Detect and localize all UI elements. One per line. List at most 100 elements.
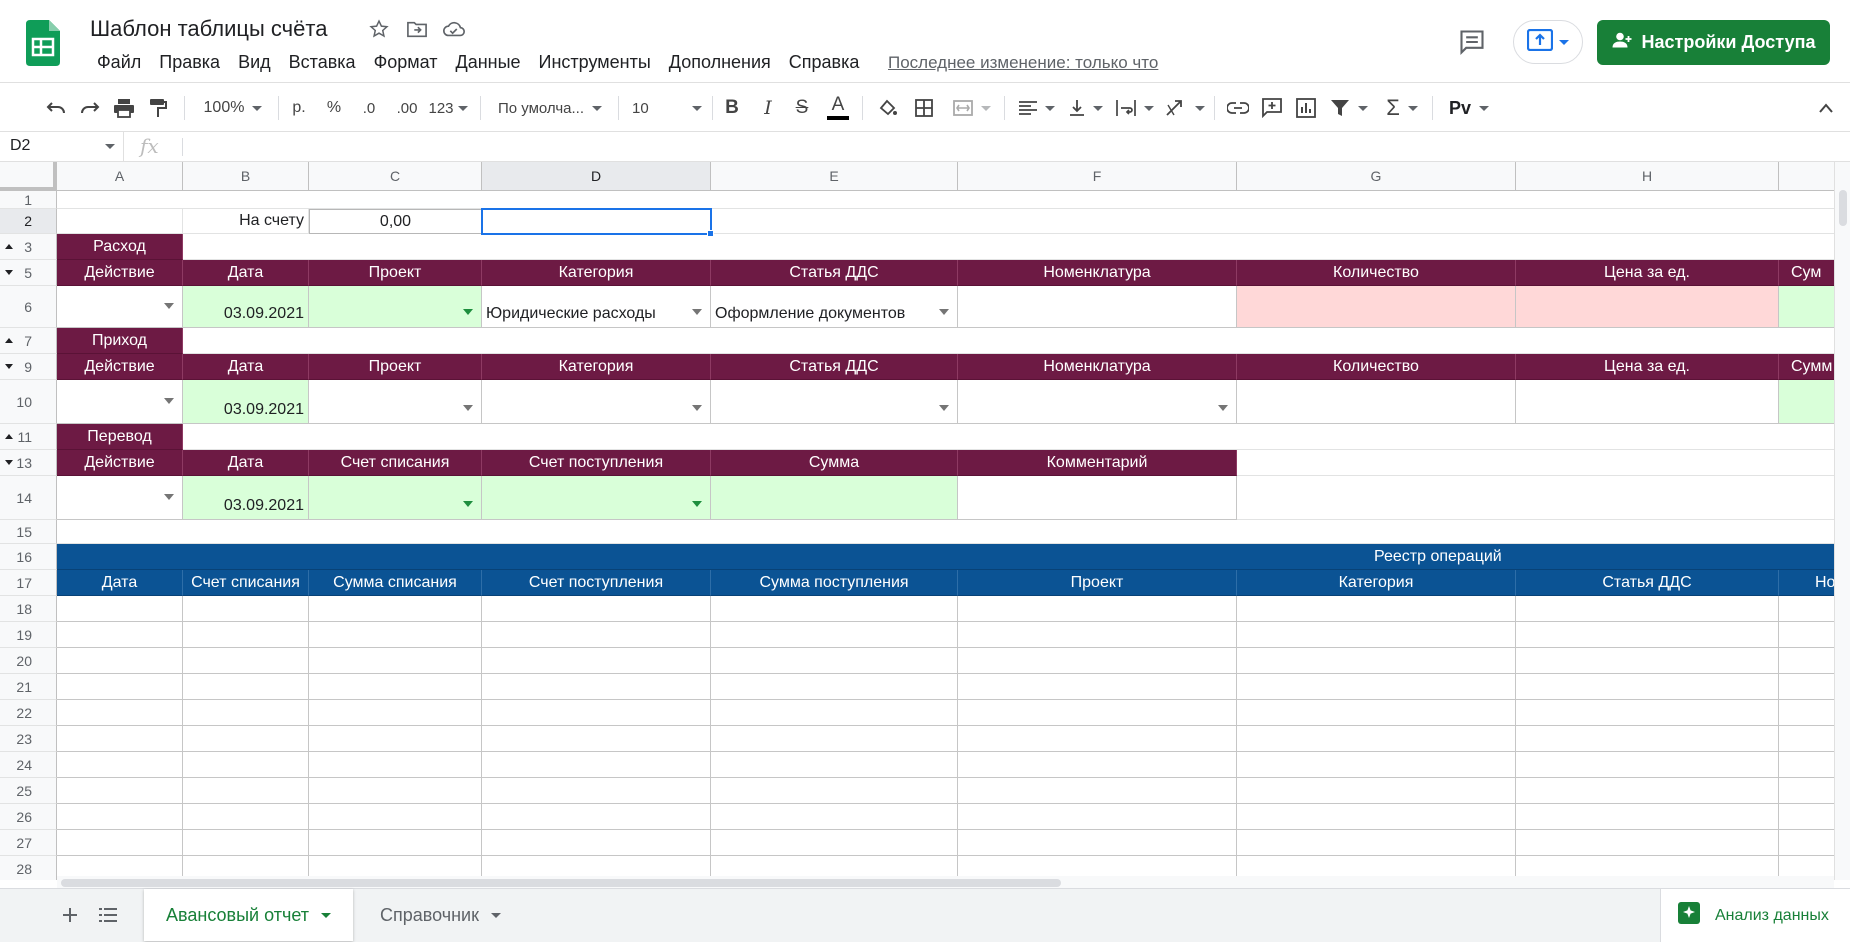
row-header[interactable]: 15 xyxy=(0,520,57,544)
row-header[interactable]: 26 xyxy=(0,804,57,830)
registry-cell[interactable] xyxy=(958,700,1237,726)
column-header-a[interactable]: A xyxy=(57,162,183,191)
functions-icon[interactable]: Σ xyxy=(1380,93,1424,123)
registry-cell[interactable] xyxy=(1237,622,1516,648)
registry-cell[interactable] xyxy=(309,674,482,700)
registry-cell[interactable] xyxy=(711,622,958,648)
cell-a2[interactable] xyxy=(57,209,183,234)
document-title[interactable]: Шаблон таблицы счёта xyxy=(90,16,327,42)
registry-cell[interactable] xyxy=(1516,622,1779,648)
transfer-header-comment[interactable]: Комментарий xyxy=(958,450,1237,476)
registry-cell[interactable] xyxy=(1237,752,1516,778)
paint-format-icon[interactable] xyxy=(144,93,172,123)
column-header-c[interactable]: C xyxy=(309,162,482,191)
registry-title[interactable]: Реестр операций xyxy=(57,544,1849,570)
horizontal-scroll-thumb[interactable] xyxy=(61,879,1061,887)
transfer-section-title[interactable]: Перевод xyxy=(57,424,183,450)
registry-cell[interactable] xyxy=(57,778,183,804)
registry-cell[interactable] xyxy=(309,778,482,804)
font-family-select[interactable]: По умолча... xyxy=(494,93,606,123)
registry-cell[interactable] xyxy=(309,804,482,830)
row-header[interactable]: 11 xyxy=(0,424,57,450)
expense-header-quantity[interactable]: Количество xyxy=(1237,260,1516,286)
income-nomenclature-dropdown[interactable] xyxy=(958,380,1237,424)
on-account-value[interactable]: 0,00 xyxy=(309,209,482,234)
registry-cell[interactable] xyxy=(711,778,958,804)
registry-cell[interactable] xyxy=(309,700,482,726)
on-account-label[interactable]: На счету xyxy=(183,209,309,234)
income-header-action[interactable]: Действие xyxy=(57,354,183,380)
strikethrough-icon[interactable]: S xyxy=(790,93,814,123)
grid-row-15[interactable] xyxy=(57,520,1839,544)
registry-cell[interactable] xyxy=(482,700,711,726)
row-header[interactable]: 27 xyxy=(0,830,57,856)
registry-cell[interactable] xyxy=(183,752,309,778)
column-header-f[interactable]: F xyxy=(958,162,1237,191)
income-action-dropdown[interactable] xyxy=(57,380,183,424)
undo-icon[interactable] xyxy=(42,93,70,123)
registry-cell[interactable] xyxy=(482,648,711,674)
column-header-e[interactable]: E xyxy=(711,162,958,191)
registry-cell[interactable] xyxy=(57,648,183,674)
registry-cell[interactable] xyxy=(711,674,958,700)
row-header[interactable]: 25 xyxy=(0,778,57,804)
group-expand-icon[interactable] xyxy=(5,363,13,369)
row-header[interactable]: 9 xyxy=(0,354,57,380)
input-tools-icon[interactable]: Pv xyxy=(1446,93,1492,123)
expense-header-price[interactable]: Цена за ед. xyxy=(1516,260,1779,286)
text-wrap-icon[interactable] xyxy=(1114,93,1156,123)
registry-cell[interactable] xyxy=(57,596,183,622)
cloud-saved-icon[interactable] xyxy=(441,16,467,42)
row-header[interactable]: 10 xyxy=(0,380,57,424)
percent-format-button[interactable]: % xyxy=(322,93,346,123)
transfer-header-action[interactable]: Действие xyxy=(57,450,183,476)
menu-file[interactable]: Файл xyxy=(88,52,150,73)
registry-cell[interactable] xyxy=(183,726,309,752)
redo-icon[interactable] xyxy=(76,93,104,123)
vertical-scroll-thumb[interactable] xyxy=(1839,190,1847,226)
row-header[interactable]: 7 xyxy=(0,328,57,354)
expense-header-date[interactable]: Дата xyxy=(183,260,309,286)
cells-row-2-rest[interactable] xyxy=(711,209,1839,234)
registry-cell[interactable] xyxy=(958,726,1237,752)
sheets-logo-icon[interactable] xyxy=(26,20,60,66)
transfer-header-to-account[interactable]: Счет поступления xyxy=(482,450,711,476)
vertical-scrollbar[interactable] xyxy=(1834,162,1850,880)
registry-cell[interactable] xyxy=(958,648,1237,674)
name-box[interactable]: D2 xyxy=(0,132,124,161)
registry-cell[interactable] xyxy=(958,804,1237,830)
present-button[interactable] xyxy=(1513,20,1583,64)
align-vertical-icon[interactable] xyxy=(1066,93,1106,123)
registry-cell[interactable] xyxy=(183,778,309,804)
income-header-article[interactable]: Статья ДДС xyxy=(711,354,958,380)
registry-cell[interactable] xyxy=(711,700,958,726)
registry-cell[interactable] xyxy=(711,596,958,622)
expense-header-article[interactable]: Статья ДДС xyxy=(711,260,958,286)
cells-row-7-rest[interactable] xyxy=(183,328,1839,354)
registry-header-from-account[interactable]: Счет списания xyxy=(183,570,309,596)
menu-help[interactable]: Справка xyxy=(780,52,869,73)
row-header[interactable]: 14 xyxy=(0,476,57,520)
registry-cell[interactable] xyxy=(309,752,482,778)
zoom-select[interactable]: 100% xyxy=(198,93,268,123)
group-collapse-icon[interactable] xyxy=(5,243,13,249)
income-article-dropdown[interactable] xyxy=(711,380,958,424)
row-header[interactable]: 20 xyxy=(0,648,57,674)
insert-comment-icon[interactable] xyxy=(1258,93,1286,123)
menu-insert[interactable]: Вставка xyxy=(280,52,365,73)
menu-tools[interactable]: Инструменты xyxy=(530,52,660,73)
registry-header-category[interactable]: Категория xyxy=(1237,570,1516,596)
merge-cells-icon[interactable] xyxy=(948,93,996,123)
registry-cell[interactable] xyxy=(183,700,309,726)
registry-header-article[interactable]: Статья ДДС xyxy=(1516,570,1779,596)
registry-cell[interactable] xyxy=(1516,648,1779,674)
registry-cell[interactable] xyxy=(711,804,958,830)
registry-cell[interactable] xyxy=(1516,804,1779,830)
row-header[interactable]: 21 xyxy=(0,674,57,700)
cells-row-11-rest[interactable] xyxy=(183,424,1839,450)
income-price[interactable] xyxy=(1516,380,1779,424)
expense-project-dropdown[interactable] xyxy=(309,286,482,328)
registry-cell[interactable] xyxy=(482,596,711,622)
registry-cell[interactable] xyxy=(482,674,711,700)
cells-row-3-rest[interactable] xyxy=(183,234,1839,260)
